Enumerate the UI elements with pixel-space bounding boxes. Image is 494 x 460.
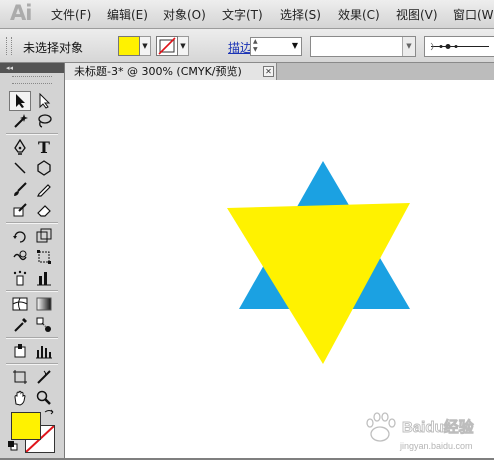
control-bar: 未选择对象 ▼ ▼ 描边: ▲ ▼ ▼ ▼ (0, 29, 494, 63)
slice-tool-icon[interactable] (9, 341, 31, 361)
blend-tool-icon[interactable] (33, 315, 55, 335)
watermark-brand-text: Baidu经验 (402, 418, 475, 436)
gradient-tool-icon[interactable] (33, 294, 55, 314)
brush-stroke-preview-icon (430, 42, 489, 51)
menu-edit[interactable]: 编辑(E) (107, 6, 148, 23)
toolbox-divider (6, 363, 58, 365)
paintbrush-tool-icon[interactable] (9, 179, 31, 199)
warp-tool-icon[interactable] (9, 247, 31, 267)
tools-panel-collapse[interactable]: ◂◂ (0, 63, 64, 73)
toolbox-fill-swatch[interactable] (11, 412, 41, 440)
menu-file[interactable]: 文件(F) (51, 6, 91, 23)
blob-brush-tool-icon[interactable] (9, 200, 31, 220)
knife-tool-icon[interactable] (33, 367, 55, 387)
close-icon[interactable]: ✕ (263, 66, 274, 77)
baidu-jingyan-watermark: Baidu经验 jingyan.baidu.com (352, 402, 492, 456)
fill-dropdown-arrow[interactable]: ▼ (140, 36, 151, 56)
selection-tool-icon[interactable] (9, 91, 31, 111)
document-tab-strip: 未标题-3* @ 300% (CMYK/预览) ✕ (65, 63, 494, 80)
toolbox-divider (6, 290, 58, 292)
brush-definition-dropdown[interactable] (424, 36, 494, 57)
free-transform-tool-icon[interactable] (33, 247, 55, 267)
document-tab[interactable]: 未标题-3* @ 300% (CMYK/预览) ✕ (65, 63, 277, 80)
default-fill-stroke-icon[interactable] (8, 441, 18, 451)
stroke-weight-input[interactable]: ▲ ▼ ▼ (250, 37, 302, 56)
toolbox-divider (6, 222, 58, 224)
toolbox-divider (6, 337, 58, 339)
eyedropper-tool-icon[interactable] (9, 315, 31, 335)
pen-tool-icon[interactable] (9, 137, 31, 157)
eraser-tool-icon[interactable] (33, 200, 55, 220)
lasso-tool-icon[interactable] (33, 111, 55, 131)
variable-width-profile-dropdown[interactable]: ▼ (310, 36, 416, 57)
pencil-tool-icon[interactable] (33, 179, 55, 199)
stroke-color-swatch[interactable] (156, 36, 178, 56)
toolbox-divider (6, 133, 58, 135)
hand-tool-icon[interactable] (9, 388, 31, 408)
tools-panel: ◂◂ T (0, 63, 65, 458)
column-graph-tool-icon[interactable] (33, 268, 55, 288)
mesh-tool-icon[interactable] (9, 294, 31, 314)
type-tool-icon[interactable]: T (33, 137, 55, 157)
bar-graph-tool-icon[interactable] (33, 341, 55, 361)
swap-fill-stroke-icon[interactable] (42, 407, 56, 421)
menu-object[interactable]: 对象(O) (163, 6, 206, 23)
direct-selection-tool-icon[interactable] (33, 91, 55, 111)
selection-status-label: 未选择对象 (23, 41, 84, 55)
control-bar-grip[interactable] (6, 37, 12, 55)
baidu-paw-logo-icon: Baidu经验 jingyan.baidu.com (366, 412, 475, 451)
chevron-down-icon[interactable]: ▼ (292, 41, 298, 50)
watermark-url-text: jingyan.baidu.com (399, 441, 473, 451)
artboard-canvas[interactable]: Baidu经验 jingyan.baidu.com (65, 80, 494, 458)
menu-window[interactable]: 窗口(W) (453, 6, 494, 23)
chevron-down-icon[interactable]: ▼ (402, 37, 415, 56)
menu-bar: Ai 文件(F) 编辑(E) 对象(O) 文字(T) 选择(S) 效果(C) 视… (0, 0, 494, 29)
app-logo: Ai (10, 1, 32, 25)
no-stroke-icon (158, 37, 176, 55)
document-tab-title: 未标题-3* @ 300% (CMYK/预览) (74, 65, 242, 78)
artboard-tool-icon[interactable] (9, 367, 31, 387)
magic-wand-tool-icon[interactable] (9, 111, 31, 131)
symbol-sprayer-tool-icon[interactable] (9, 268, 31, 288)
menu-select[interactable]: 选择(S) (280, 6, 321, 23)
scale-tool-icon[interactable] (33, 226, 55, 246)
zoom-tool-icon[interactable] (33, 388, 55, 408)
tools-panel-grip[interactable] (12, 76, 52, 84)
menu-effect[interactable]: 效果(C) (338, 6, 380, 23)
fill-color-swatch[interactable] (118, 36, 140, 56)
line-tool-icon[interactable] (9, 158, 31, 178)
rotate-tool-icon[interactable] (9, 226, 31, 246)
ellipse-tool-icon[interactable] (33, 158, 55, 178)
menu-view[interactable]: 视图(V) (396, 6, 438, 23)
stroke-dropdown-arrow[interactable]: ▼ (178, 36, 189, 56)
spinner-arrows-icon[interactable]: ▲ ▼ (253, 38, 258, 54)
menu-type[interactable]: 文字(T) (222, 6, 263, 23)
